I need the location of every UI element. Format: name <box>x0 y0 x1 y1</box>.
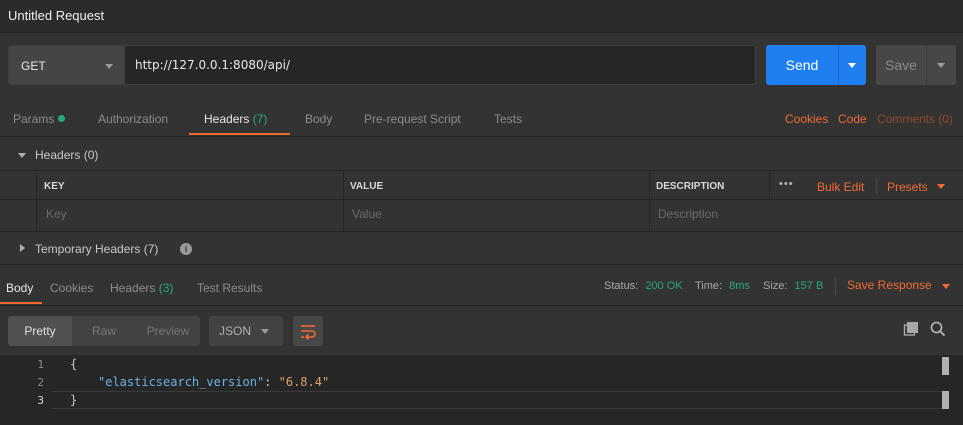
size-value: 157 B <box>794 280 824 292</box>
scrollbar-marker <box>942 391 949 409</box>
headers-table: KEY VALUE DESCRIPTION ••• Bulk Edit Pres… <box>0 170 963 232</box>
response-tab-test-results[interactable]: Test Results <box>197 281 262 295</box>
divider <box>835 277 836 295</box>
code-line-1: { <box>70 357 78 371</box>
method-select[interactable]: GET <box>8 45 124 85</box>
url-input[interactable] <box>124 45 756 85</box>
send-button[interactable]: Send <box>766 45 838 85</box>
line-number: 1 <box>37 358 44 371</box>
bulk-edit-link[interactable]: Bulk Edit <box>817 180 864 194</box>
json-key: "elasticsearch_version" <box>98 375 265 389</box>
size-readout: Size: 157 B <box>763 280 823 292</box>
time-label: Time: <box>695 280 723 292</box>
divider <box>36 170 37 232</box>
line-gutter: 1 2 3 <box>0 355 52 425</box>
column-value: VALUE <box>350 181 384 192</box>
comments-link[interactable]: Comments (0) <box>877 112 953 126</box>
response-tab-cookies[interactable]: Cookies <box>50 281 93 295</box>
title-bar: Untitled Request <box>0 0 963 33</box>
divider <box>769 170 770 200</box>
wrap-lines-icon <box>301 325 316 341</box>
caret-right-icon <box>20 244 25 252</box>
search-icon[interactable] <box>930 321 946 337</box>
tab-params-label: Params <box>13 112 55 126</box>
presets-button[interactable]: Presets <box>887 180 928 194</box>
save-button[interactable]: Save <box>876 45 926 85</box>
divider <box>343 170 344 232</box>
status-label: Status: <box>604 280 639 292</box>
preview-button[interactable]: Preview <box>136 316 200 346</box>
presets-label: Presets <box>887 180 928 194</box>
active-tab-indicator <box>189 133 290 135</box>
chevron-down-icon <box>937 63 945 68</box>
tab-body[interactable]: Body <box>305 112 332 126</box>
tab-params[interactable]: Params <box>13 112 66 126</box>
copy-icon[interactable] <box>903 321 919 337</box>
response-tab-body[interactable]: Body <box>6 281 33 295</box>
divider <box>649 170 650 232</box>
tab-headers[interactable]: Headers (7) <box>204 112 267 126</box>
more-options-icon[interactable]: ••• <box>779 178 794 190</box>
divider <box>0 264 963 265</box>
divider <box>876 178 877 194</box>
code-line-2: "elasticsearch_version": "6.8.4" <box>98 375 329 389</box>
chevron-down-icon <box>942 284 950 289</box>
tab-tests[interactable]: Tests <box>494 112 522 126</box>
divider <box>0 136 963 137</box>
tab-headers-label: Headers <box>204 112 250 126</box>
response-tab-headers[interactable]: Headers (3) <box>110 281 173 295</box>
table-row <box>0 200 963 232</box>
method-label: GET <box>21 59 46 73</box>
format-label: JSON <box>219 324 252 338</box>
raw-button[interactable]: Raw <box>72 316 136 346</box>
time-readout: Time: 8ms <box>695 280 750 292</box>
time-value: 8ms <box>729 280 750 292</box>
scrollbar-marker <box>942 357 949 375</box>
caret-down-icon <box>18 153 26 158</box>
chevron-down-icon <box>937 184 945 189</box>
chevron-down-icon <box>848 63 856 68</box>
current-line-highlight <box>52 391 942 409</box>
headers-section-title: Headers (0) <box>35 148 99 162</box>
tab-headers-count: (7) <box>252 112 268 126</box>
key-input[interactable] <box>46 207 336 221</box>
chevron-down-icon <box>261 329 269 334</box>
status-readout: Status: 200 OK <box>604 280 683 292</box>
line-number: 2 <box>37 376 44 389</box>
column-description: DESCRIPTION <box>656 181 725 192</box>
save-options-button[interactable] <box>926 45 956 85</box>
divider <box>0 305 963 306</box>
save-response-button[interactable]: Save Response <box>847 278 932 292</box>
status-value: 200 OK <box>645 280 683 292</box>
info-icon[interactable]: i <box>180 243 192 255</box>
code-line-3: } <box>70 393 78 407</box>
window-title: Untitled Request <box>8 8 105 23</box>
size-label: Size: <box>763 280 788 292</box>
response-tab-headers-label: Headers <box>110 281 156 295</box>
code-link[interactable]: Code <box>838 112 867 126</box>
json-colon: : <box>264 375 279 389</box>
format-select[interactable]: JSON <box>209 316 283 346</box>
response-tab-headers-count: (3) <box>158 281 174 295</box>
temporary-headers-title: Temporary Headers (7) <box>35 242 159 256</box>
tab-pre-request-script[interactable]: Pre-request Script <box>364 112 461 126</box>
cookies-link[interactable]: Cookies <box>785 112 828 126</box>
chevron-down-icon <box>105 64 113 69</box>
description-input[interactable] <box>658 207 948 221</box>
pretty-button[interactable]: Pretty <box>8 316 72 346</box>
send-options-button[interactable] <box>838 45 866 85</box>
response-body-editor[interactable]: 1 2 3 { "elasticsearch_version": "6.8.4"… <box>0 355 963 425</box>
json-value: "6.8.4" <box>278 375 330 389</box>
tab-authorization[interactable]: Authorization <box>98 112 168 126</box>
params-indicator-icon <box>58 115 66 122</box>
column-key: KEY <box>44 181 65 192</box>
wrap-lines-button[interactable] <box>293 316 323 346</box>
value-input[interactable] <box>352 207 642 221</box>
active-tab-indicator <box>0 302 42 304</box>
table-header-row: KEY VALUE DESCRIPTION ••• Bulk Edit Pres… <box>0 170 963 200</box>
view-mode-group: Pretty Raw Preview <box>8 316 200 346</box>
line-number: 3 <box>37 394 44 407</box>
